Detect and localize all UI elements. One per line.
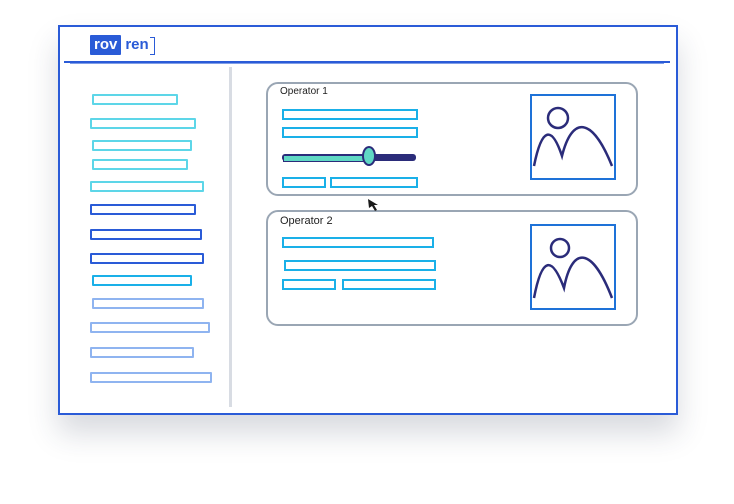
card-title: Operator 1 (280, 86, 328, 97)
image-placeholder (530, 224, 616, 310)
operator-card-1[interactable]: Operator 1 (266, 82, 638, 196)
sidebar-item[interactable] (90, 204, 196, 215)
sidebar-divider (229, 67, 232, 407)
logo-text-ren: ren (121, 35, 156, 55)
text-field[interactable] (330, 177, 418, 188)
sidebar-item[interactable] (92, 159, 188, 170)
slider-fill (283, 155, 370, 162)
image-placeholder (530, 94, 616, 180)
operator-card-2[interactable]: Operator 2 (266, 210, 638, 326)
text-field[interactable] (282, 127, 418, 138)
mouse-pointer-icon (368, 199, 378, 211)
sidebar-item[interactable] (90, 347, 194, 358)
text-field[interactable] (342, 279, 436, 290)
logo[interactable]: rov ren (90, 34, 156, 56)
slider[interactable] (282, 146, 416, 168)
text-field[interactable] (282, 109, 418, 120)
sidebar-item[interactable] (92, 275, 192, 286)
sidebar-item[interactable] (90, 229, 202, 240)
sidebar-item[interactable] (90, 253, 204, 264)
sidebar-item[interactable] (90, 372, 212, 383)
text-field[interactable] (282, 279, 336, 290)
sidebar-item[interactable] (92, 94, 178, 105)
sidebar-item[interactable] (92, 140, 192, 151)
image-icon (532, 106, 614, 167)
text-field[interactable] (284, 260, 436, 271)
sidebar-item[interactable] (90, 118, 196, 129)
sidebar-item[interactable] (92, 298, 204, 309)
slider-thumb[interactable] (362, 146, 376, 166)
sidebar-item[interactable] (90, 322, 210, 333)
app-window: rov ren Operator 1 Operator 2 (58, 25, 678, 415)
text-field[interactable] (282, 177, 326, 188)
header-divider-sketch (70, 63, 664, 64)
text-field[interactable] (282, 237, 434, 248)
image-icon (532, 237, 614, 299)
logo-text-rov: rov (90, 35, 122, 55)
card-title: Operator 2 (280, 215, 333, 227)
sidebar-item[interactable] (90, 181, 204, 192)
